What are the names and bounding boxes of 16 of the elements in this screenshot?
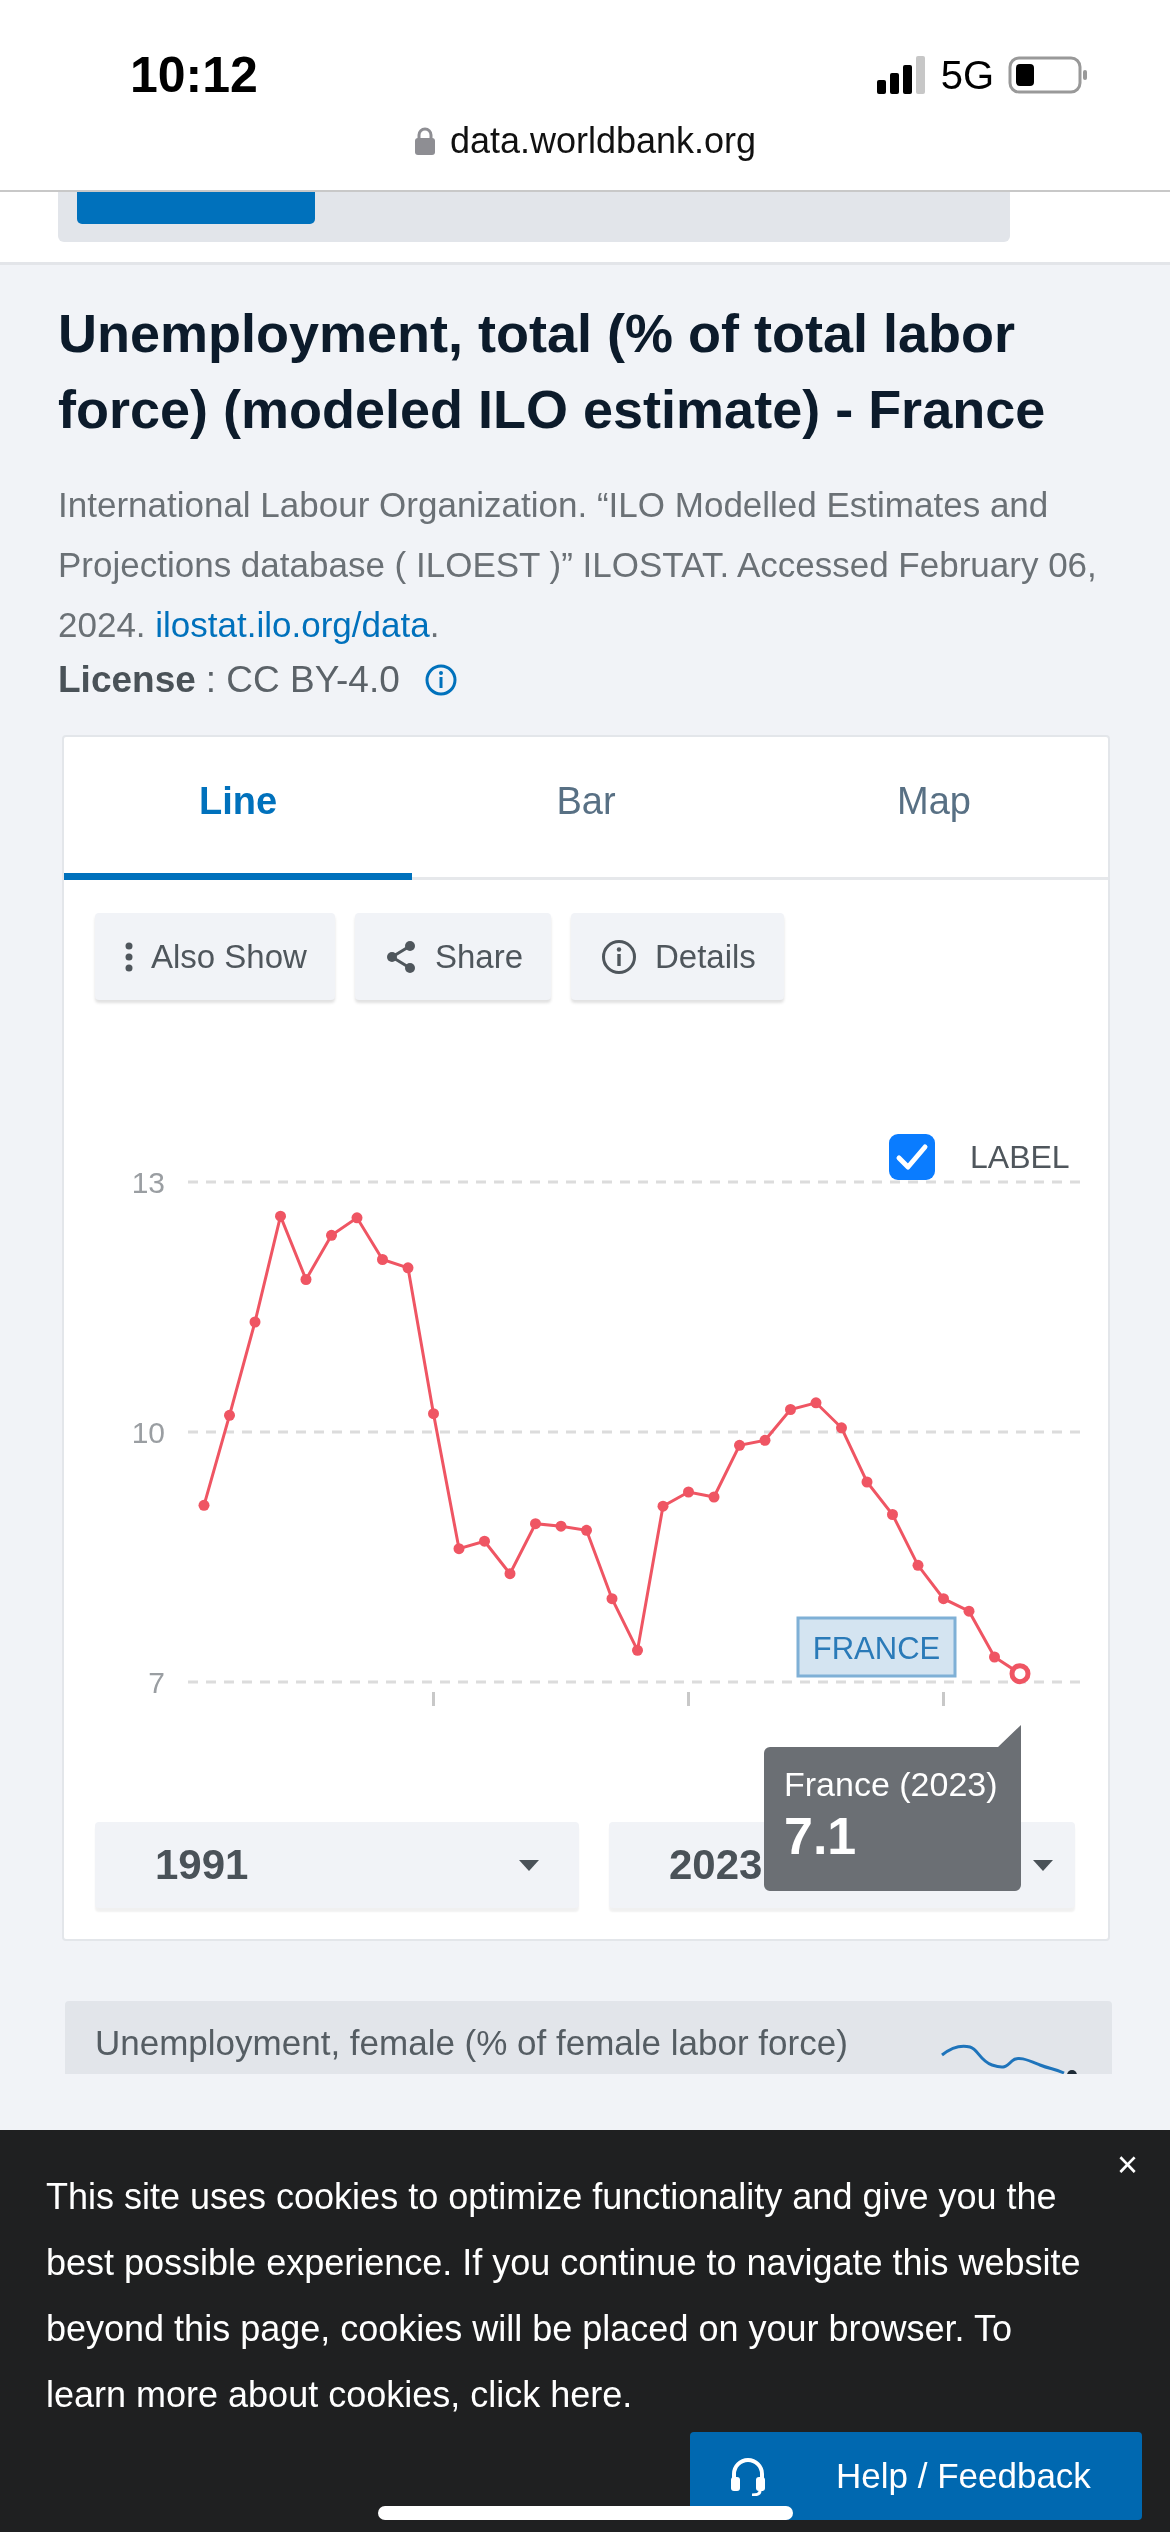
series-label: FRANCE [812,1631,941,1666]
license-value: : CC BY-4.0 [205,659,400,701]
axis-label: 13 [131,1166,165,1199]
indicator-title: Unemployment, female (% of female labor force) [95,2022,848,2064]
series-label: FRANCE [796,1616,957,1678]
tooltip-title: France (2023) [784,1765,999,1804]
cookie-notice: This site uses cookies to optimize functionality and give you the best possible experience. If you continue to navigate this website beyond this page, cookies will be placed on your browser. To learn more about cookies, click here. [46,2175,1082,2417]
axis-label: 7 [148,1666,165,1699]
clock-time: 10:12 [130,46,258,104]
source-citation: International Labour Organization. “ILO Modelled Estimates and Projections database ( ILOEST )” ILOSTAT. Accessed February 06, 2024. ilostat.ilo.org/data. [58,484,1098,646]
axis-label: 10 [131,1416,165,1449]
tooltip-value: 7.1 [784,1806,858,1866]
license-label: License [58,659,196,701]
page-title: Unemployment, total (% of total labor force) (modeled ILO estimate) - France [58,302,1047,441]
label-toggle-text: LABEL [970,1139,1070,1175]
network-label: 5G [940,52,994,98]
